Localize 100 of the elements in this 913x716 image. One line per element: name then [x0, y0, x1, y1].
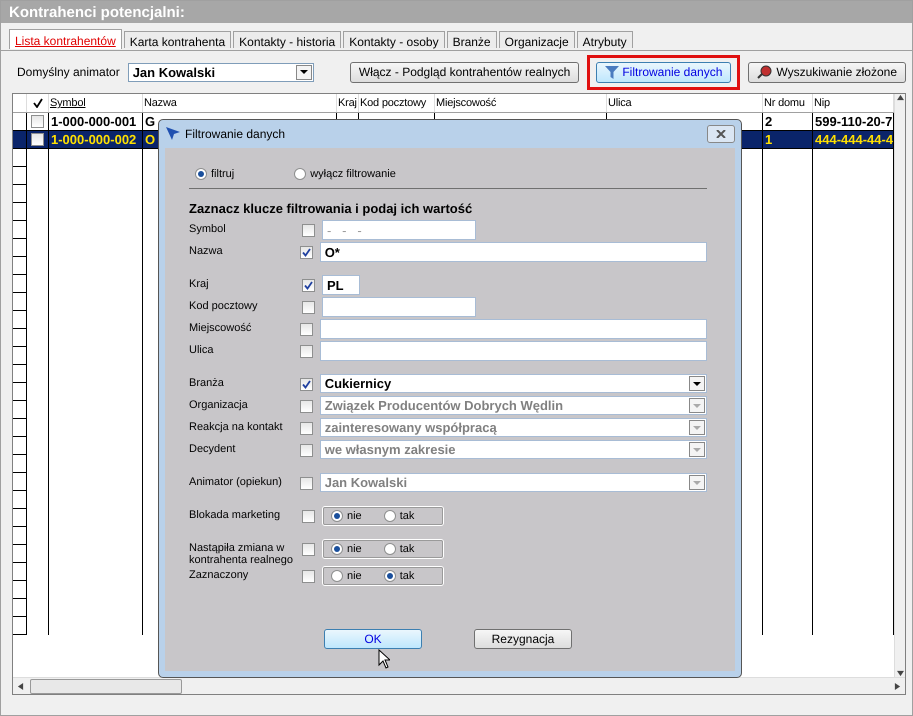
- row-header: [13, 239, 27, 257]
- field-label: Reakcja na kontakt: [189, 420, 284, 433]
- row-header: [13, 599, 27, 617]
- radio-button[interactable]: [331, 510, 343, 522]
- up-arrow-icon[interactable]: [896, 94, 904, 101]
- text-field[interactable]: [322, 297, 476, 317]
- tab[interactable]: Organizacje: [498, 31, 575, 48]
- right-arrow-icon[interactable]: [894, 682, 901, 690]
- column-header[interactable]: Nr domu: [763, 94, 813, 112]
- table-cell: O: [145, 132, 156, 147]
- down-arrow-icon[interactable]: [896, 670, 904, 677]
- table-cell: G: [145, 114, 156, 129]
- row-header: [13, 563, 27, 581]
- radio-button[interactable]: [331, 570, 343, 582]
- radio-label: nie: [347, 510, 362, 522]
- dropdown-field[interactable]: Cukiernicy: [320, 374, 707, 393]
- radio-button[interactable]: [384, 510, 396, 522]
- tab[interactable]: Kontakty - osoby: [343, 31, 445, 48]
- radio-label: tak: [400, 543, 414, 555]
- row-header: [13, 329, 27, 347]
- radio-button[interactable]: [195, 168, 207, 180]
- checkbox[interactable]: [302, 301, 315, 314]
- caret-icon: [693, 382, 701, 386]
- dialog-button[interactable]: Rezygnacja: [474, 629, 572, 649]
- toolbar-button[interactable]: Włącz - Podgląd kontrahentów realnych: [350, 62, 580, 82]
- checkbox[interactable]: [300, 246, 314, 259]
- text-field[interactable]: [320, 319, 707, 339]
- radio-label: wyłącz filtrowanie: [310, 168, 396, 180]
- left-arrow-icon[interactable]: [17, 682, 24, 690]
- column-header[interactable]: Kod pocztowy: [359, 94, 435, 112]
- row-header: [13, 527, 27, 545]
- field-label: Branża: [189, 376, 225, 389]
- row-header: [13, 509, 27, 527]
- checkbox[interactable]: [302, 279, 315, 292]
- checkbox[interactable]: [300, 323, 314, 336]
- text-field[interactable]: O*: [320, 242, 707, 262]
- radio-button[interactable]: [294, 168, 306, 180]
- row-header: [13, 455, 27, 473]
- dialog-button[interactable]: OK: [324, 629, 422, 649]
- radio-button[interactable]: [384, 570, 396, 582]
- checkbox[interactable]: [31, 133, 44, 146]
- checkbox[interactable]: [302, 543, 315, 556]
- tab[interactable]: Kontakty - historia: [233, 31, 342, 48]
- row-header: [13, 365, 27, 383]
- field-label: Organizacja: [189, 398, 249, 411]
- toolbar-button[interactable]: Wyszukiwanie złożone: [748, 62, 906, 82]
- field-label: Kod pocztowy: [189, 299, 258, 312]
- tab[interactable]: Branże: [446, 31, 497, 48]
- row-header: [13, 257, 27, 275]
- row-header: [13, 347, 27, 365]
- tab[interactable]: Lista kontrahentów: [9, 29, 122, 49]
- field-label: Decydent: [189, 442, 236, 455]
- row-header: [13, 473, 27, 491]
- close-button[interactable]: [707, 125, 735, 143]
- column-header[interactable]: Nazwa: [143, 94, 337, 112]
- row-header: [13, 203, 27, 221]
- column-header[interactable]: Kraj: [337, 94, 359, 112]
- caret-icon: [693, 480, 701, 484]
- row-header: [13, 617, 27, 635]
- column-header[interactable]: Symbol: [49, 94, 143, 112]
- column-header[interactable]: Miejscowość: [435, 94, 607, 112]
- text-field[interactable]: [320, 341, 707, 361]
- checkbox[interactable]: [302, 224, 315, 237]
- toolbar-button[interactable]: Filtrowanie danych: [596, 62, 732, 82]
- radio-label: tak: [400, 570, 414, 582]
- checkmark-icon: [32, 98, 42, 108]
- close-icon: [716, 130, 726, 138]
- text-field[interactable]: PL: [322, 275, 360, 295]
- row-header: [13, 275, 27, 293]
- caret-icon: [300, 70, 308, 74]
- horizontal-scrollbar[interactable]: [13, 677, 905, 694]
- checkbox[interactable]: [31, 115, 44, 128]
- radio-label: nie: [347, 543, 362, 555]
- row-header: [13, 293, 27, 311]
- tab[interactable]: Atrybuty: [576, 31, 633, 48]
- caret-icon: [693, 404, 701, 408]
- pointer-icon: [165, 126, 181, 142]
- table-cell: 444-444-44-4: [815, 132, 893, 147]
- row-header: [13, 221, 27, 239]
- row-header: [13, 491, 27, 509]
- vertical-scrollbar[interactable]: [894, 94, 905, 677]
- caret-icon: [693, 448, 701, 452]
- checkbox[interactable]: [300, 345, 314, 358]
- funnel-icon: [605, 66, 620, 78]
- row-header: [13, 545, 27, 563]
- caret-icon: [693, 426, 701, 430]
- checkbox[interactable]: [302, 570, 315, 583]
- checkbox[interactable]: [302, 510, 315, 523]
- row-header: [13, 185, 27, 203]
- radio-label: filtruj: [211, 168, 234, 180]
- field-label: Kraj: [189, 277, 210, 290]
- column-header[interactable]: Ulica: [607, 94, 763, 112]
- radio-button[interactable]: [331, 543, 343, 555]
- checkbox[interactable]: [300, 378, 314, 391]
- radio-button[interactable]: [384, 543, 396, 555]
- radio-label: nie: [347, 570, 362, 582]
- row-header: [13, 419, 27, 437]
- row-header: [13, 383, 27, 401]
- animator-dropdown[interactable]: Jan Kowalski: [128, 62, 314, 82]
- tab[interactable]: Karta kontrahenta: [124, 31, 232, 48]
